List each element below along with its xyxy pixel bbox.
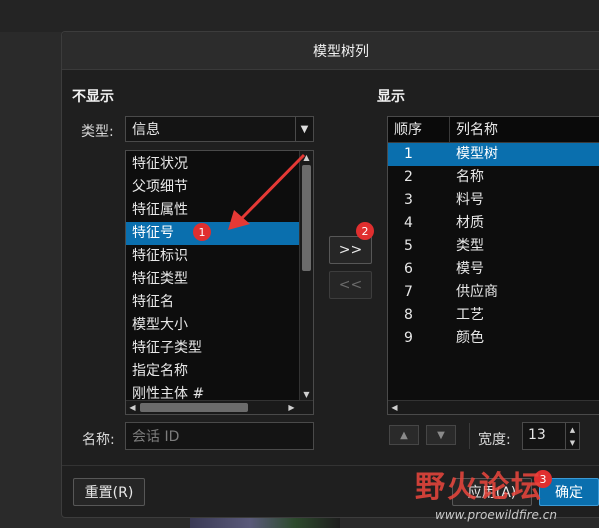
decrement-icon[interactable]: ▼ [565, 436, 579, 449]
shown-columns-table[interactable]: 顺序 列名称 1 模型树 2 名称 3 料号 4 材质 5 类型 6 模号 7 供应商 8 工艺 9 颜色 ◀ [387, 116, 599, 415]
list-item[interactable]: 特征名 [126, 291, 299, 314]
column-header-order[interactable]: 顺序 [388, 117, 450, 143]
row-column-name: 模型树 [456, 146, 498, 162]
row-column-name: 料号 [456, 192, 484, 208]
row-order: 8 [404, 307, 413, 323]
row-column-name: 供应商 [456, 284, 498, 300]
type-label: 类型: [81, 124, 114, 140]
row-order: 2 [404, 169, 413, 185]
list-item[interactable]: 特征标识 [126, 245, 299, 268]
scroll-left-icon[interactable]: ◀ [126, 401, 139, 414]
move-down-button[interactable]: ▼ [426, 425, 456, 445]
column-header-name[interactable]: 列名称 [450, 117, 599, 143]
table-row[interactable]: 5 类型 [388, 235, 599, 258]
dialog-title: 模型树列 [62, 32, 599, 70]
row-order: 1 [404, 146, 413, 162]
row-column-name: 工艺 [456, 307, 484, 323]
name-label: 名称: [82, 432, 115, 448]
background-window [0, 0, 599, 32]
row-order: 5 [404, 238, 413, 254]
site-watermark: 野火论坛 www.proewildfire.cn [415, 462, 599, 528]
hscroll-thumb[interactable] [140, 403, 248, 412]
annotation-arrow [228, 153, 306, 230]
move-up-button[interactable]: ▲ [389, 425, 419, 445]
annotation-arrow-line [240, 153, 306, 220]
row-order: 9 [404, 330, 413, 346]
shown-heading: 显示 [377, 89, 405, 105]
remove-column-button[interactable]: << [329, 271, 372, 299]
row-order: 6 [404, 261, 413, 277]
scroll-right-icon[interactable]: ▶ [285, 401, 298, 414]
row-column-name: 材质 [456, 215, 484, 231]
list-item[interactable]: 指定名称 [126, 360, 299, 383]
add-column-button[interactable]: >> [329, 236, 372, 264]
hidden-heading: 不显示 [72, 89, 114, 105]
table-row[interactable]: 6 模号 [388, 258, 599, 281]
row-column-name: 模号 [456, 261, 484, 277]
table-row[interactable]: 3 料号 [388, 189, 599, 212]
arrow-down-icon: ▼ [437, 429, 445, 441]
row-column-name: 名称 [456, 169, 484, 185]
list-item[interactable]: 特征类型 [126, 268, 299, 291]
hidden-list-hscrollbar[interactable]: ◀ ▶ [126, 400, 313, 414]
table-body: 1 模型树 2 名称 3 料号 4 材质 5 类型 6 模号 7 供应商 8 工艺 9 颜色 [388, 143, 599, 350]
watermark-site-name: 野火论坛 [415, 470, 543, 505]
table-header: 顺序 列名称 [388, 117, 599, 143]
arrow-up-icon: ▲ [400, 429, 408, 441]
table-row[interactable]: 2 名称 [388, 166, 599, 189]
table-row[interactable]: 1 模型树 [388, 143, 599, 166]
name-field-placeholder: 会话 ID [132, 429, 180, 445]
table-row[interactable]: 9 颜色 [388, 327, 599, 350]
reset-button[interactable]: 重置(R) [73, 478, 145, 506]
row-order: 3 [404, 192, 413, 208]
row-column-name: 颜色 [456, 330, 484, 346]
step-badge-1: 1 [193, 223, 211, 241]
table-row[interactable]: 8 工艺 [388, 304, 599, 327]
increment-icon[interactable]: ▲ [565, 423, 579, 436]
width-label: 宽度: [478, 432, 511, 448]
row-order: 7 [404, 284, 413, 300]
table-row[interactable]: 7 供应商 [388, 281, 599, 304]
list-item[interactable]: 特征子类型 [126, 337, 299, 360]
list-item[interactable]: 模型大小 [126, 314, 299, 337]
row-order: 4 [404, 215, 413, 231]
divider [469, 423, 470, 449]
watermark-url: www.proewildfire.cn [435, 508, 557, 522]
width-value: 13 [528, 427, 546, 443]
scroll-left-icon[interactable]: ◀ [388, 401, 401, 414]
type-dropdown[interactable]: 信息 ▼ [125, 116, 314, 142]
step-badge-2: 2 [356, 222, 374, 240]
width-spinbox[interactable]: 13 ▲ ▼ [522, 422, 580, 450]
type-dropdown-value: 信息 [132, 122, 160, 138]
row-column-name: 类型 [456, 238, 484, 254]
shown-table-hscrollbar[interactable]: ◀ [388, 400, 599, 414]
table-row[interactable]: 4 材质 [388, 212, 599, 235]
name-field[interactable]: 会话 ID [125, 422, 314, 450]
chevron-down-icon[interactable]: ▼ [295, 117, 313, 141]
